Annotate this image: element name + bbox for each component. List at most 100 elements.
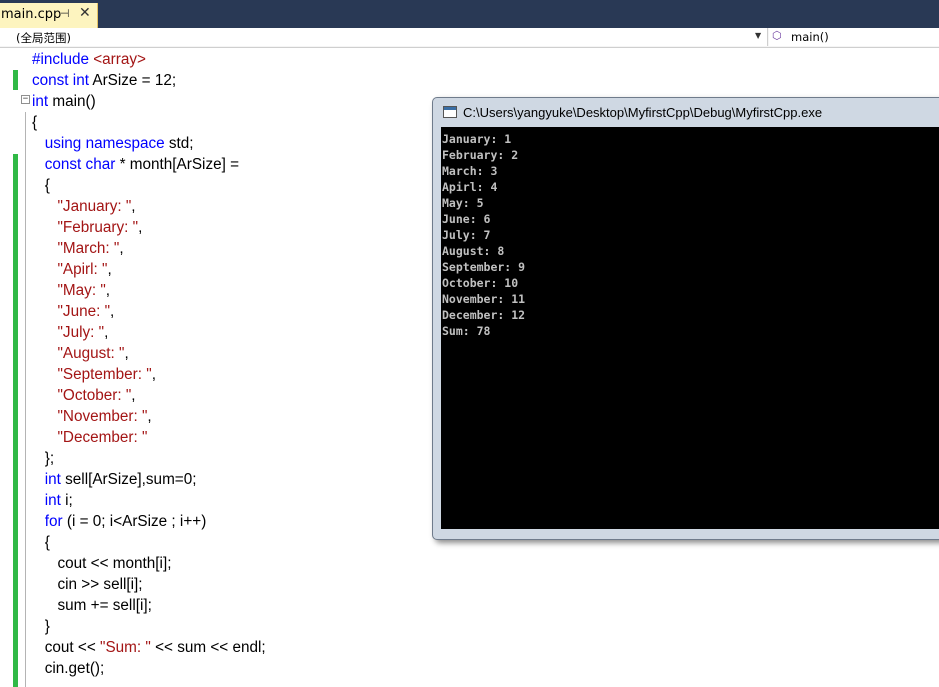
code-line: "September: ", [32, 364, 266, 385]
keyword-token: for [44, 513, 63, 530]
code-token: (i = 0; i<ArSize ; i++) [62, 513, 207, 530]
code-token: << sum << endl; [150, 639, 266, 656]
console-output-line: March: 3 [442, 164, 498, 178]
code-token: { [32, 534, 50, 551]
code-token: , [107, 261, 112, 278]
code-line: "December: " [32, 427, 266, 448]
string-token: "January: " [57, 198, 132, 215]
code-line: { [32, 532, 266, 553]
keyword-token: const int [32, 72, 89, 89]
code-token: ArSize = 12; [88, 72, 177, 89]
code-line: "February: ", [32, 217, 266, 238]
string-token: "July: " [57, 324, 105, 341]
keyword-token: int [44, 471, 61, 488]
console-window[interactable]: C:\Users\yangyuke\Desktop\MyfirstCpp\Deb… [432, 97, 939, 540]
chevron-down-icon[interactable]: ▼ [755, 31, 761, 40]
code-line: }; [32, 448, 266, 469]
code-line: { [32, 175, 266, 196]
string-token: "December: " [57, 429, 148, 446]
string-token: "May: " [57, 282, 106, 299]
keyword-token: using namespace [44, 135, 165, 152]
keyword-token: #include [32, 51, 94, 68]
code-token: , [124, 345, 129, 362]
code-token: cout << month[i]; [32, 555, 172, 572]
code-text[interactable]: #include <array> const int ArSize = 12; in… [32, 49, 266, 679]
code-token: } [32, 618, 50, 635]
code-line: "January: ", [32, 196, 266, 217]
code-token: , [151, 366, 156, 383]
string-token: "Apirl: " [57, 261, 108, 278]
code-line: int sell[ArSize],sum=0; [32, 469, 266, 490]
purple-cube-icon: ⬡ [772, 29, 782, 42]
console-output: January: 1 February: 2 March: 3 Apirl: 4 May… [442, 131, 525, 339]
code-token: , [131, 198, 136, 215]
tab-main-cpp[interactable]: main.cpp ⊣ ✕ [0, 3, 98, 28]
code-token: { [32, 177, 50, 194]
code-token: i; [60, 492, 73, 509]
code-line: cin >> sell[i]; [32, 574, 266, 595]
console-output-line: February: 2 [442, 148, 519, 162]
code-line: const char * month[ArSize] = [32, 154, 266, 175]
console-output-line: October: 10 [442, 276, 519, 290]
code-token: , [110, 303, 115, 320]
code-line: using namespace std; [32, 133, 266, 154]
keyword-token: const char [44, 156, 116, 173]
console-output-line: May: 5 [442, 196, 484, 210]
console-output-line: September: 9 [442, 260, 526, 274]
indicator-margin [0, 48, 13, 687]
code-line: "June: ", [32, 301, 266, 322]
console-output-line: December: 12 [442, 308, 526, 322]
console-output-line: Apirl: 4 [442, 180, 498, 194]
string-token: "August: " [57, 345, 125, 362]
console-screen[interactable]: January: 1 February: 2 March: 3 Apirl: 4 May… [441, 127, 939, 529]
code-line: { [32, 112, 266, 133]
code-token: , [105, 282, 111, 299]
code-line: "October: ", [32, 385, 266, 406]
scope-dropdown-value: (全局范围) [16, 31, 71, 45]
code-line: "November: ", [32, 406, 266, 427]
code-token: , [119, 240, 124, 257]
code-token: std; [164, 135, 194, 152]
collapse-toggle-icon[interactable]: − [21, 95, 30, 104]
console-title: C:\Users\yangyuke\Desktop\MyfirstCpp\Deb… [463, 105, 823, 120]
string-token: "June: " [57, 303, 111, 320]
code-token: sum += sell[i]; [32, 597, 152, 614]
scope-dropdown[interactable]: (全局范围) ▼ [0, 28, 768, 46]
code-token: cout << [32, 639, 101, 656]
close-tab-icon[interactable]: ✕ [79, 5, 91, 21]
string-token: "November: " [57, 408, 148, 425]
change-bar [13, 70, 18, 90]
code-token: { [32, 114, 38, 131]
code-line: #include <array> [32, 49, 266, 70]
code-token: cin >> sell[i]; [32, 576, 143, 593]
code-token: main() [48, 93, 96, 110]
console-titlebar[interactable]: C:\Users\yangyuke\Desktop\MyfirstCpp\Deb… [433, 98, 939, 126]
tab-label: main.cpp [1, 7, 62, 22]
console-output-line: November: 11 [442, 292, 526, 306]
code-line: } [32, 616, 266, 637]
code-token: cin.get(); [32, 660, 105, 677]
code-line: "Apirl: ", [32, 259, 266, 280]
pin-icon[interactable]: ⊣ [60, 7, 70, 20]
console-app-icon [443, 106, 457, 118]
change-bar [13, 154, 18, 687]
console-output-line: August: 8 [442, 244, 505, 258]
string-token: "Sum: " [100, 639, 151, 656]
console-output-line: June: 6 [442, 212, 491, 226]
string-token: "March: " [57, 240, 120, 257]
string-token: "September: " [57, 366, 152, 383]
console-output-line: January: 1 [442, 132, 512, 146]
member-dropdown[interactable]: ⬡ main() [769, 28, 939, 46]
code-token: , [131, 387, 136, 404]
